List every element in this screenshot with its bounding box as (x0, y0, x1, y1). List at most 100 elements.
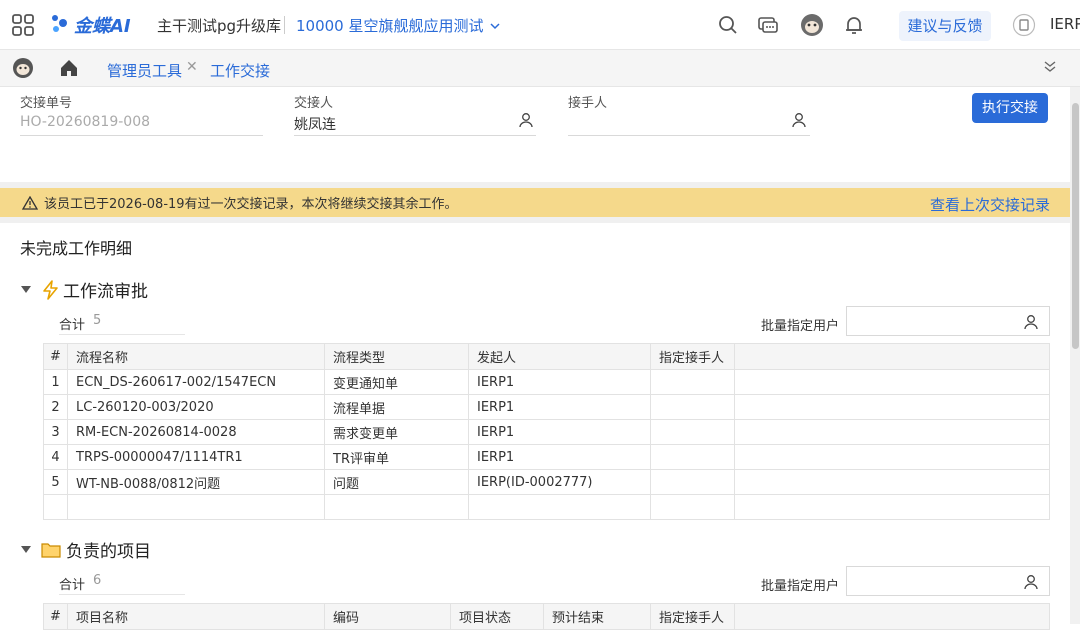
column-header (734, 603, 1050, 630)
row-index: 4 (43, 444, 68, 470)
assistant-small-icon[interactable] (12, 57, 34, 79)
total-label: 合计 (59, 578, 86, 593)
batch-assign-label: 批量指定用户 (761, 579, 840, 594)
column-header[interactable]: 指定接手人 (650, 343, 735, 370)
empty-cell (734, 394, 1050, 420)
assignee-cell[interactable] (650, 369, 735, 395)
table-header-row: # 项目名称 编码 项目状态 预计结束 指定接手人 (43, 603, 1050, 630)
tab-work-handover[interactable]: 工作交接 (210, 60, 271, 89)
table-header-row: # 流程名称 流程类型 发起人 指定接手人 (43, 343, 1050, 370)
row-index: 1 (43, 369, 68, 395)
row-index: 2 (43, 394, 68, 420)
assignee-cell[interactable] (650, 469, 735, 495)
empty-cell (468, 494, 651, 520)
assignee-cell[interactable] (650, 419, 735, 445)
column-header: # (43, 603, 68, 630)
user-name[interactable]: IERP (1050, 15, 1080, 33)
column-header (734, 343, 1050, 370)
feedback-button[interactable]: 建议与反馈 (899, 11, 991, 41)
column-header[interactable]: 指定接手人 (650, 603, 735, 630)
projects-table: # 项目名称 编码 项目状态 预计结束 指定接手人 (43, 603, 1050, 630)
projects-title: 负责的项目 (66, 542, 151, 562)
empty-cell (734, 369, 1050, 395)
flow-type: 需求变更单 (324, 419, 469, 445)
view-last-handover-link[interactable]: 查看上次交接记录 (930, 194, 1050, 215)
flow-name: LC-260120-003/2020 (67, 394, 325, 420)
doc-no-label: 交接单号 (20, 96, 73, 111)
flow-type: 问题 (324, 469, 469, 495)
initiator: IERP1 (468, 419, 651, 445)
bell-icon[interactable] (842, 13, 866, 37)
empty-cell (650, 494, 735, 520)
flow-name: ECN_DS-260617-002/1547ECN (67, 369, 325, 395)
user-avatar-icon[interactable] (1012, 13, 1036, 37)
column-header[interactable]: 项目名称 (67, 603, 325, 630)
database-name: 10000 星空旗舰舰应用测试 (296, 17, 484, 35)
double-chevron-down-icon[interactable] (1043, 60, 1057, 74)
batch-assign-input[interactable] (846, 306, 1050, 336)
initiator: IERP1 (468, 394, 651, 420)
receiver-label: 接手人 (568, 96, 608, 111)
home-icon[interactable] (59, 58, 79, 78)
execute-handover-button[interactable]: 执行交接 (972, 93, 1048, 123)
table-row-empty (43, 494, 1050, 520)
column-header[interactable]: 发起人 (468, 343, 651, 370)
column-header[interactable]: 预计结束 (543, 603, 651, 630)
folder-icon (41, 542, 61, 558)
logo-text: 金蝶AI (74, 16, 131, 37)
initiator: IERP1 (468, 444, 651, 470)
column-header[interactable]: 编码 (324, 603, 451, 630)
main-content: 交接单号 HO-20260819-008 交接人 姚凤连 接手人 执行交接 该员… (0, 87, 1070, 630)
total-underline (59, 594, 185, 595)
column-header[interactable]: 流程名称 (67, 343, 325, 370)
batch-assign-input[interactable] (846, 566, 1050, 596)
person-icon[interactable] (1023, 574, 1039, 590)
person-icon[interactable] (791, 112, 807, 128)
scrollbar[interactable] (1070, 87, 1080, 624)
total-count: 5 (93, 313, 102, 328)
empty-cell (734, 444, 1050, 470)
top-bar: 金蝶AI 主干测试pg升级库 10000 星空旗舰舰应用测试 建议与反馈 IER… (0, 0, 1080, 50)
scroll-thumb[interactable] (1072, 103, 1079, 349)
org-name[interactable]: 主干测试pg升级库 (157, 15, 281, 36)
handover-underline (294, 135, 536, 136)
empty-cell (734, 494, 1050, 520)
table-row[interactable]: 2 LC-260120-003/2020 流程单据 IERP1 (43, 394, 1050, 420)
column-header[interactable]: 项目状态 (450, 603, 544, 630)
assistant-icon[interactable] (800, 13, 824, 37)
flow-name: WT-NB-0088/0812问题 (67, 469, 325, 495)
workflow-group-header[interactable]: 工作流审批 (21, 277, 148, 302)
table-row[interactable]: 4 TRPS-00000047/1114TR1 TR评审单 IERP1 (43, 444, 1050, 470)
table-row[interactable]: 1 ECN_DS-260617-002/1547ECN 变更通知单 IERP1 (43, 369, 1050, 395)
message-icon[interactable] (756, 13, 780, 37)
projects-group-header[interactable]: 负责的项目 (21, 537, 151, 562)
chevron-down-icon (489, 22, 500, 29)
table-row[interactable]: 3 RM-ECN-20260814-0028 需求变更单 IERP1 (43, 419, 1050, 445)
warning-text: 该员工已于2026-08-19有过一次交接记录，本次将继续交接其余工作。 (44, 197, 458, 212)
doc-no-underline (20, 135, 263, 136)
person-icon[interactable] (1023, 314, 1039, 330)
initiator: IERP1 (468, 369, 651, 395)
database-selector[interactable]: 10000 星空旗舰舰应用测试 (296, 15, 500, 36)
row-index: 5 (43, 469, 68, 495)
doc-no-value: HO-20260819-008 (20, 114, 151, 130)
handover-label: 交接人 (294, 96, 334, 111)
app-grid-icon[interactable] (12, 14, 34, 36)
handover-field[interactable]: 姚凤连 (294, 114, 336, 134)
empty-cell (324, 494, 469, 520)
total-count: 6 (93, 573, 102, 588)
table-row[interactable]: 5 WT-NB-0088/0812问题 问题 IERP(ID-0002777) (43, 469, 1050, 495)
flow-type: TR评审单 (324, 444, 469, 470)
initiator: IERP(ID-0002777) (468, 469, 651, 495)
brand-logo[interactable]: 金蝶AI (50, 12, 131, 38)
search-icon[interactable] (716, 13, 740, 37)
tab-admin-tools[interactable]: 管理员工具 (107, 60, 182, 81)
empty-cell (734, 419, 1050, 445)
flow-name: RM-ECN-20260814-0028 (67, 419, 325, 445)
column-header[interactable]: 流程类型 (324, 343, 469, 370)
section-title: 未完成工作明细 (20, 239, 133, 258)
person-icon[interactable] (518, 112, 534, 128)
assignee-cell[interactable] (650, 394, 735, 420)
close-icon[interactable]: ✕ (186, 59, 198, 75)
assignee-cell[interactable] (650, 444, 735, 470)
